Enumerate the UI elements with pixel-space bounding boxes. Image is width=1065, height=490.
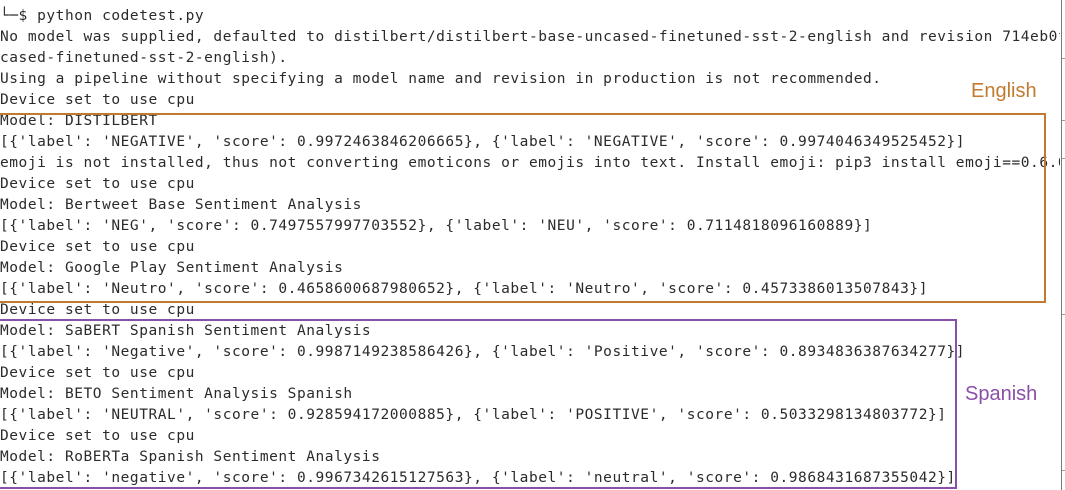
english-annotation-label: English — [971, 80, 1037, 102]
terminal-line: cased-finetuned-sst-2-english). — [0, 50, 288, 66]
window-right-edge — [1061, 0, 1062, 490]
spanish-models-highlight-box — [0, 319, 957, 489]
spanish-annotation-label: Spanish — [965, 383, 1038, 405]
terminal-line: └─$ python codetest.py — [0, 8, 205, 24]
english-models-highlight-box — [0, 113, 1046, 303]
terminal-line: No model was supplied, defaulted to dist… — [0, 29, 1060, 45]
terminal-line: Device set to use cpu — [0, 92, 195, 108]
terminal-line: Using a pipeline without specifying a mo… — [0, 71, 882, 87]
previous-output-clip — [0, 0, 1060, 3]
terminal-line: Device set to use cpu — [0, 302, 195, 318]
